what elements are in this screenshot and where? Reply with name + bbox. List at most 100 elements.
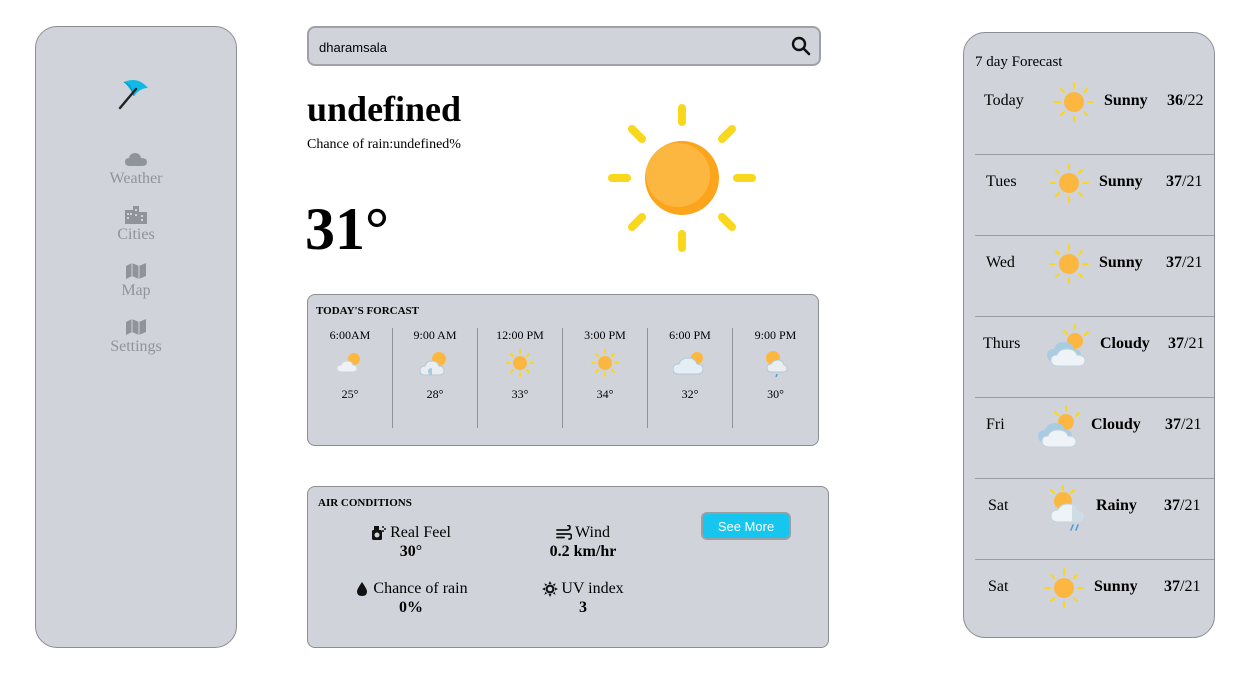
hour-time: 6:00AM: [329, 328, 371, 342]
hour-item: 12:00 PM 33°: [478, 328, 563, 428]
day-condition: Sunny: [1099, 254, 1143, 271]
day-high: 37: [1166, 254, 1182, 271]
hour-item: 3:00 PM 34°: [563, 328, 648, 428]
uv-index: UV index 3: [498, 580, 668, 617]
day-name: Sat: [988, 578, 1009, 595]
hour-temp: 28°: [426, 387, 444, 401]
seven-day-forecast-panel: 7 day Forecast Today Sunny 36/22 Tues Su…: [963, 32, 1215, 638]
hourly-list: 6:00AM 25° 9:00 AM 28° 12:00 PM 33° 3:00…: [308, 328, 818, 428]
hour-time: 3:00 PM: [584, 328, 626, 342]
see-more-button[interactable]: See More: [701, 512, 791, 540]
hour-temp: 34°: [596, 387, 614, 401]
sidebar-item-cities[interactable]: Cities: [36, 205, 236, 261]
day-low: /21: [1182, 173, 1203, 190]
sun-cloud-icon: [419, 352, 446, 376]
cloud-sun-icon: [673, 352, 704, 375]
sidebar-item-label: Cities: [117, 226, 155, 243]
day-name: Fri: [986, 416, 1005, 433]
city-icon: [125, 205, 147, 225]
sun-icon: [506, 349, 534, 377]
real-feel-value: 30°: [399, 543, 423, 560]
day-temp: 37/21: [1166, 173, 1202, 191]
panel-title: TODAY'S FORCAST: [316, 305, 420, 317]
current-temperature: 31°: [305, 196, 389, 262]
panel-title: 7 day Forecast: [975, 54, 1063, 70]
day-low: /21: [1180, 497, 1201, 514]
sun-gear-icon: [542, 581, 559, 597]
search-bar: [307, 26, 821, 66]
hour-time: 9:00 PM: [754, 328, 797, 342]
forecast-row: Sat Rainy 37/21: [975, 479, 1214, 560]
real-feel-label: Real Feel: [390, 524, 451, 541]
day-low: /21: [1180, 578, 1201, 595]
search-icon[interactable]: [791, 36, 811, 56]
day-condition: Cloudy: [1091, 416, 1141, 433]
city-name: undefined: [307, 89, 462, 129]
sidebar: Weather Cities Map Settings: [35, 26, 237, 648]
sidebar-item-settings[interactable]: Settings: [36, 317, 236, 373]
day-name: Sat: [988, 497, 1009, 514]
day-temp: 37/21: [1168, 335, 1204, 353]
day-high: 37: [1164, 497, 1180, 514]
chance-of-rain: Chance of rain 0%: [326, 580, 496, 617]
day-high: 37: [1166, 173, 1182, 190]
hour-time: 12:00 PM: [496, 328, 544, 342]
cloudy-icon: [1038, 405, 1080, 448]
hour-item: 6:00AM 25°: [308, 328, 393, 428]
cloudy-icon: [1047, 324, 1089, 367]
rain-sun-icon: [765, 351, 788, 378]
sidebar-nav: Weather Cities Map Settings: [36, 149, 236, 373]
rain-chance-text: Chance of rain:undefined%: [307, 137, 461, 152]
hour-time: 9:00 AM: [413, 328, 457, 342]
sun-icon: [1044, 568, 1084, 608]
uv-value: 3: [579, 599, 587, 616]
forecast-row: Tues Sunny 37/21: [975, 155, 1214, 236]
map-icon: [125, 261, 147, 281]
wind-icon: [556, 525, 573, 540]
day-condition: Rainy: [1096, 497, 1137, 514]
hour-time: 6:00 PM: [669, 328, 711, 342]
day-low: /22: [1183, 92, 1204, 109]
day-temp: 37/21: [1165, 416, 1201, 434]
forecast-row: Today Sunny 36/22: [975, 74, 1214, 155]
forecast-row: Fri Cloudy 37/21: [975, 398, 1214, 479]
panel-title: AIR CONDITIONS: [318, 497, 412, 509]
sidebar-item-weather[interactable]: Weather: [36, 149, 236, 205]
hour-temp: 33°: [511, 387, 529, 401]
day-high: 37: [1164, 578, 1180, 595]
day-name: Thurs: [983, 335, 1021, 352]
sun-icon: [591, 349, 619, 377]
sun-icon: [1049, 163, 1089, 203]
day-condition: Sunny: [1099, 173, 1143, 190]
sun-icon: [1049, 244, 1089, 284]
day-high: 36: [1167, 92, 1183, 109]
hour-temp: 25°: [341, 387, 359, 401]
hour-item: 6:00 PM 32°: [648, 328, 733, 428]
search-input[interactable]: [319, 36, 779, 58]
umbrella-icon: [118, 80, 148, 110]
sun-cloud-icon: [336, 353, 360, 373]
cloud-icon: [125, 149, 147, 169]
hour-item: 9:00 AM 28°: [393, 328, 478, 428]
day-condition: Sunny: [1104, 92, 1148, 109]
day-temp: 37/21: [1164, 578, 1200, 596]
rain-label: Chance of rain: [373, 580, 468, 597]
wind-value: 0.2 km/hr: [549, 543, 617, 560]
day-name: Tues: [986, 173, 1017, 190]
day-temp: 37/21: [1166, 254, 1202, 272]
sidebar-item-label: Weather: [109, 170, 163, 187]
sun-icon: [608, 104, 756, 252]
sun-icon: [1054, 82, 1094, 122]
rain-value: 0%: [399, 599, 423, 616]
real-feel: Real Feel 30°: [326, 524, 496, 561]
hour-temp: 32°: [681, 387, 699, 401]
sidebar-item-map[interactable]: Map: [36, 261, 236, 317]
day-name: Wed: [986, 254, 1015, 271]
day-name: Today: [984, 92, 1024, 109]
rain-icon: [1050, 485, 1085, 531]
sidebar-item-label: Map: [121, 282, 151, 299]
day-high: 37: [1165, 416, 1181, 433]
forecast-row: Sat Sunny 37/21: [975, 560, 1214, 637]
day-low: /21: [1181, 416, 1202, 433]
air-conditions-panel: AIR CONDITIONS Real Feel 30° Wind 0.2 km…: [307, 486, 829, 648]
